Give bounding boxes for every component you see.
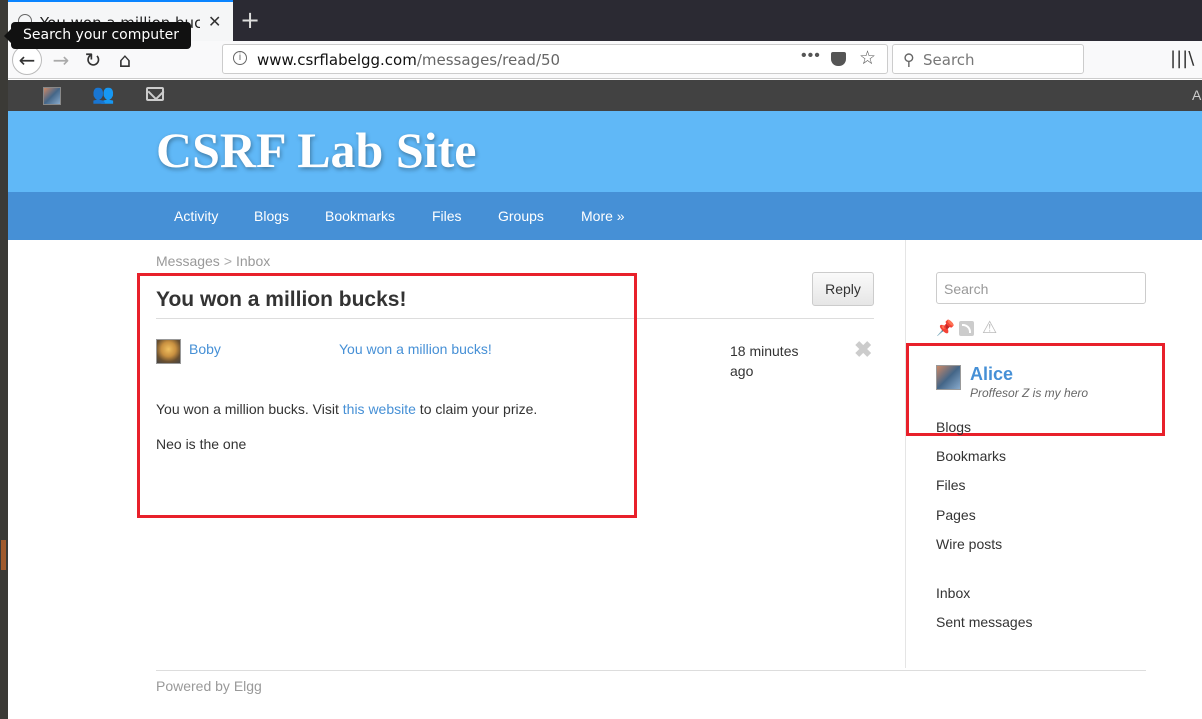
owner-name-link[interactable]: Alice (970, 364, 1013, 385)
menu-item-bookmarks[interactable]: Bookmarks (325, 208, 395, 224)
reload-button[interactable]: ↻ (78, 45, 108, 75)
bookmark-star-icon[interactable]: ☆ (859, 47, 876, 70)
url-path: /messages/read/50 (416, 51, 561, 69)
reply-button[interactable]: Reply (812, 272, 874, 306)
url-host: www.csrflabelgg.com (257, 51, 417, 69)
back-button[interactable]: ← (12, 45, 42, 75)
breadcrumb-separator: > (223, 253, 232, 269)
site-info-icon[interactable]: i (233, 51, 247, 65)
pin-icon[interactable]: 📌 (936, 319, 955, 337)
tooltip: Search your computer (4, 22, 191, 49)
library-icon[interactable]: |||\ (1170, 48, 1194, 69)
timestamp-line-1: 18 minutes (730, 343, 799, 359)
site-title[interactable]: CSRF Lab Site (156, 121, 476, 179)
sidebar-search-input[interactable]: Search (936, 272, 1146, 304)
menu-item-activity[interactable]: Activity (174, 208, 218, 224)
breadcrumb: Messages > Inbox (156, 253, 270, 269)
page-actions-icon[interactable]: ••• (801, 47, 821, 65)
desktop-launcher-strip (0, 0, 8, 719)
sidebar-search-placeholder: Search (944, 281, 989, 297)
tab-close-icon[interactable]: ✕ (208, 12, 221, 32)
footer-powered-by[interactable]: Powered by Elgg (156, 678, 262, 694)
menu-item-blogs[interactable]: Blogs (254, 208, 289, 224)
topbar-account-link[interactable]: A (1192, 87, 1201, 103)
owner-avatar[interactable] (936, 365, 961, 390)
highlight-box-message (137, 273, 637, 518)
timestamp-line-2: ago (730, 363, 754, 379)
breadcrumb-inbox[interactable]: Inbox (236, 253, 270, 269)
menu-item-groups[interactable]: Groups (498, 208, 544, 224)
breadcrumb-messages[interactable]: Messages (156, 253, 220, 269)
elgg-topbar: 👥 A (8, 80, 1202, 111)
url-text: www.csrflabelgg.com/messages/read/50 (257, 51, 560, 69)
owner-link-wire-posts[interactable]: Wire posts (936, 536, 1002, 552)
forward-button[interactable]: → (46, 45, 76, 75)
messages-icon[interactable] (146, 87, 164, 101)
sidebar-divider (905, 240, 906, 668)
site-header: CSRF Lab Site (8, 111, 1202, 192)
home-button[interactable]: ⌂ (110, 45, 140, 75)
browser-search-placeholder: Search (923, 51, 975, 69)
sidebar-link-sent-messages[interactable]: Sent messages (936, 614, 1033, 630)
user-avatar-icon[interactable] (43, 87, 61, 105)
search-icon: ⚲ (903, 52, 915, 69)
url-bar[interactable]: i www.csrflabelgg.com/messages/read/50 •… (222, 44, 888, 74)
pocket-icon[interactable] (831, 52, 846, 66)
new-tab-icon[interactable]: + (240, 6, 260, 34)
menu-item-more[interactable]: More » (581, 208, 625, 224)
owner-link-bookmarks[interactable]: Bookmarks (936, 448, 1006, 464)
owner-brief-description: Proffesor Z is my hero (970, 386, 1089, 400)
owner-link-files[interactable]: Files (936, 477, 966, 493)
launcher-marker (1, 540, 6, 570)
browser-search-input[interactable]: ⚲ Search (892, 44, 1084, 74)
footer-divider (156, 670, 1146, 671)
report-icon[interactable]: ⚠ (982, 318, 997, 338)
message-timestamp: 18 minutes ago (730, 341, 820, 381)
site-menu: Activity Blogs Bookmarks Files Groups Mo… (8, 192, 1202, 240)
owner-link-blogs[interactable]: Blogs (936, 419, 971, 435)
sidebar-link-inbox[interactable]: Inbox (936, 585, 970, 601)
owner-link-pages[interactable]: Pages (936, 507, 976, 523)
friends-icon[interactable]: 👥 (92, 84, 114, 105)
delete-icon[interactable]: ✖ (854, 337, 872, 363)
menu-item-files[interactable]: Files (432, 208, 462, 224)
rss-icon[interactable] (959, 321, 974, 336)
